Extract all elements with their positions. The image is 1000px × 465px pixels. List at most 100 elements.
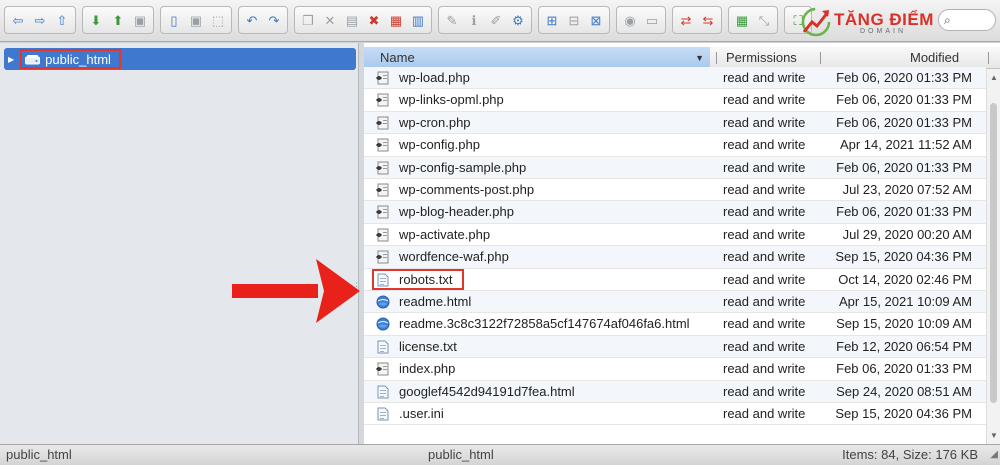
file-row[interactable]: wp-config.php read and write Apr 14, 2021 … bbox=[364, 134, 986, 157]
file-row[interactable]: wp-load.php read and write Feb 06, 2020 01… bbox=[364, 67, 986, 90]
file-modified: Feb 06, 2020 01:33 PM bbox=[836, 70, 972, 85]
file-name[interactable]: wp-config.php bbox=[399, 137, 480, 152]
file-row[interactable]: robots.txt read and write Oct 14, 2020 02:… bbox=[364, 268, 986, 291]
file-name[interactable]: readme.3c8c3122f72858a5cf147674af046fa6.… bbox=[399, 316, 690, 331]
file-name[interactable]: wp-blog-header.php bbox=[399, 204, 514, 219]
tree-view-icon[interactable]: ⊠ bbox=[586, 9, 606, 31]
file-name[interactable]: wp-cron.php bbox=[399, 115, 471, 130]
file-name[interactable]: wp-comments-post.php bbox=[399, 182, 534, 197]
back-icon[interactable]: ⇦ bbox=[8, 9, 28, 31]
scroll-down-icon[interactable]: ▼ bbox=[990, 431, 998, 440]
scroll-thumb[interactable] bbox=[990, 103, 997, 403]
column-header-name[interactable]: Name ▼ bbox=[364, 47, 710, 69]
file-name[interactable]: wordfence-waf.php bbox=[399, 249, 509, 264]
file-permissions: read and write bbox=[723, 137, 806, 153]
file-name[interactable]: googlef4542d94191d7fea.html bbox=[399, 384, 575, 399]
extract-icon[interactable]: ⇆ bbox=[698, 9, 718, 31]
column-divider[interactable] bbox=[716, 52, 717, 64]
file-modified: Apr 14, 2021 11:52 AM bbox=[839, 137, 972, 153]
save-icon[interactable]: ▣ bbox=[130, 9, 150, 31]
view-icon[interactable]: ▯ bbox=[164, 9, 184, 31]
toolbar-group: ↶ ↷ bbox=[238, 6, 288, 34]
folder-tree-pane: ▶ public_html ⋮ bbox=[0, 43, 361, 444]
scroll-up-icon[interactable]: ▲ bbox=[990, 73, 998, 82]
file-row[interactable]: readme.html read and write Apr 15, 2021 10… bbox=[364, 291, 986, 314]
toolbar-group: ❐ ✕ ▤ ✖ ▦ ▥ bbox=[294, 6, 432, 34]
save-as-icon[interactable]: ▣ bbox=[186, 9, 206, 31]
file-permissions: read and write bbox=[723, 383, 806, 399]
php-icon bbox=[376, 183, 390, 197]
copy-icon[interactable]: ❐ bbox=[298, 9, 318, 31]
file-permissions: read and write bbox=[723, 92, 806, 108]
sort-desc-icon[interactable]: ▼ bbox=[695, 47, 704, 69]
file-row[interactable]: .user.ini read and write Sep 15, 2020 04:3… bbox=[364, 403, 986, 426]
column-header-modified[interactable]: Modified bbox=[910, 47, 959, 69]
column-header-name-label: Name bbox=[380, 50, 415, 65]
status-current-path: public_html bbox=[6, 447, 72, 462]
file-row[interactable]: wordfence-waf.php read and write Sep 15, 2… bbox=[364, 246, 986, 269]
column-divider[interactable] bbox=[988, 52, 989, 64]
cut-icon[interactable]: ✕ bbox=[320, 9, 340, 31]
icon-view-icon[interactable]: ⊞ bbox=[542, 9, 562, 31]
expand-arrow-icon[interactable]: ▶ bbox=[8, 55, 14, 64]
column-divider[interactable] bbox=[820, 52, 821, 64]
file-name[interactable]: index.php bbox=[399, 361, 455, 376]
list-view-icon[interactable]: ⊟ bbox=[564, 9, 584, 31]
file-name[interactable]: readme.html bbox=[399, 294, 471, 309]
file-row[interactable]: license.txt read and write Feb 12, 2020 06… bbox=[364, 335, 986, 359]
file-name[interactable]: license.txt bbox=[399, 339, 457, 354]
permissions-icon[interactable]: ⚙ bbox=[508, 9, 528, 31]
move-icon[interactable]: ⇄ bbox=[676, 9, 696, 31]
compress-icon[interactable]: ▥ bbox=[408, 9, 428, 31]
file-name[interactable]: wp-activate.php bbox=[399, 227, 490, 242]
file-permissions: read and write bbox=[723, 294, 806, 309]
tree-item-public-html[interactable]: ▶ public_html bbox=[4, 48, 356, 70]
info-icon[interactable]: ℹ bbox=[464, 9, 484, 31]
file-modified: Sep 15, 2020 10:09 AM bbox=[836, 316, 972, 332]
file-row[interactable]: wp-activate.php read and write Jul 29, 202… bbox=[364, 224, 986, 247]
search-input[interactable]: ⌕ bbox=[938, 9, 996, 31]
file-permissions: read and write bbox=[723, 114, 806, 130]
archive-icon[interactable]: ▦ bbox=[386, 9, 406, 31]
file-permissions: read and write bbox=[723, 70, 806, 85]
file-row[interactable]: googlef4542d94191d7fea.html read and writ… bbox=[364, 380, 986, 403]
file-name[interactable]: .user.ini bbox=[399, 406, 444, 421]
column-header-permissions[interactable]: Permissions bbox=[726, 47, 797, 69]
file-permissions: read and write bbox=[723, 204, 806, 220]
file-row[interactable]: readme.3c8c3122f72858a5cf147674af046fa6.… bbox=[364, 313, 986, 336]
select-icon[interactable]: ⬚ bbox=[208, 9, 228, 31]
file-name[interactable]: wp-load.php bbox=[399, 70, 470, 85]
file-name[interactable]: wp-config-sample.php bbox=[399, 160, 526, 175]
status-bar: public_html public_html Items: 84, Size:… bbox=[0, 444, 1000, 465]
file-modified: Jul 29, 2020 00:20 AM bbox=[842, 226, 972, 242]
download-icon[interactable]: ⬇ bbox=[86, 9, 106, 31]
delete-icon[interactable]: ✖ bbox=[364, 9, 384, 31]
grid-icon[interactable]: ▦ bbox=[732, 9, 752, 31]
file-row[interactable]: wp-comments-post.php read and write Jul 23… bbox=[364, 179, 986, 202]
text-file-icon bbox=[376, 340, 390, 354]
file-modified: Oct 14, 2020 02:46 PM bbox=[838, 271, 972, 287]
file-modified: Sep 15, 2020 04:36 PM bbox=[835, 406, 972, 421]
toolbar-group: ▦ ⤡ bbox=[728, 6, 778, 34]
file-row[interactable]: wp-cron.php read and write Feb 06, 2020 01… bbox=[364, 111, 986, 135]
up-icon[interactable]: ⇧ bbox=[52, 9, 72, 31]
edit-icon[interactable]: ✎ bbox=[442, 9, 462, 31]
open-icon[interactable]: ▭ bbox=[642, 9, 662, 31]
file-row[interactable]: wp-links-opml.php read and write Feb 06, 2… bbox=[364, 89, 986, 112]
file-row[interactable]: index.php read and write Feb 06, 2020 01:3… bbox=[364, 358, 986, 381]
file-row[interactable]: wp-config-sample.php read and write Feb 06… bbox=[364, 156, 986, 179]
rename-icon[interactable]: ✐ bbox=[486, 9, 506, 31]
upload-icon[interactable]: ⬆ bbox=[108, 9, 128, 31]
resize-grip-icon[interactable]: ◢ bbox=[990, 449, 998, 460]
redo-icon[interactable]: ↷ bbox=[264, 9, 284, 31]
file-row[interactable]: wp-blog-header.php read and write Feb 06, … bbox=[364, 201, 986, 224]
php-icon bbox=[376, 93, 390, 107]
toolbar-group: ⬇ ⬆ ▣ bbox=[82, 6, 154, 34]
paste-icon[interactable]: ▤ bbox=[342, 9, 362, 31]
forward-icon[interactable]: ⇨ bbox=[30, 9, 50, 31]
undo-icon[interactable]: ↶ bbox=[242, 9, 262, 31]
resize-icon[interactable]: ⤡ bbox=[754, 9, 774, 31]
preview-icon[interactable]: ◉ bbox=[620, 9, 640, 31]
file-name[interactable]: wp-links-opml.php bbox=[399, 92, 504, 107]
vertical-scrollbar[interactable]: ▲ ▼ bbox=[986, 69, 1000, 444]
